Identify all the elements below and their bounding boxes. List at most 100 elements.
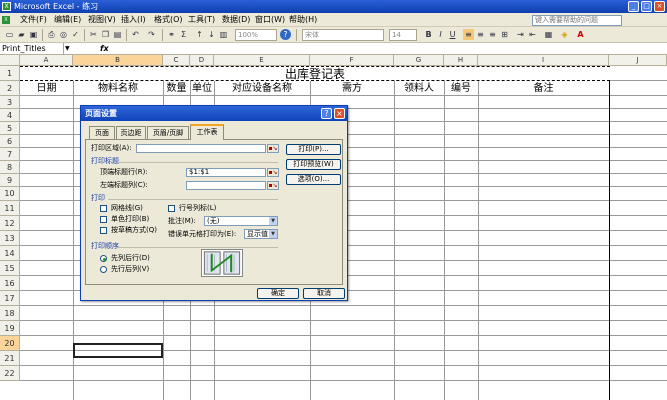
align-center-icon[interactable]: ≡ — [475, 29, 486, 40]
row-header[interactable]: 17 — [0, 291, 20, 306]
open-icon[interactable]: ▰ — [16, 29, 27, 40]
header-cell-device[interactable]: 对应设备名称 — [214, 81, 310, 96]
over-then-down-radio[interactable] — [100, 266, 107, 273]
row-header[interactable]: 6 — [0, 135, 20, 148]
row-header[interactable]: 18 — [0, 306, 20, 321]
row-header[interactable]: 3 — [0, 96, 20, 109]
column-header[interactable]: J — [609, 55, 667, 66]
fill-color-icon[interactable]: ◈ — [559, 29, 570, 40]
zoom-combo[interactable]: 100% — [235, 29, 277, 41]
column-header[interactable]: C — [163, 55, 190, 66]
header-cell-material[interactable]: 物料名称 — [73, 81, 163, 96]
sort-desc-icon[interactable]: ↓ — [206, 29, 217, 40]
align-right-icon[interactable]: ≡ — [487, 29, 498, 40]
merge-icon[interactable]: ⊞ — [499, 29, 510, 40]
row-header[interactable]: 16 — [0, 276, 20, 291]
row-header[interactable]: 15 — [0, 261, 20, 276]
minimize-button[interactable]: _ — [628, 1, 639, 12]
row-header[interactable]: 20 — [0, 336, 20, 351]
select-all-corner[interactable] — [0, 55, 20, 66]
font-size-combo[interactable]: 14 — [389, 29, 417, 41]
down-then-over-radio[interactable] — [100, 255, 107, 262]
column-header[interactable]: F — [310, 55, 394, 66]
row-header[interactable]: 19 — [0, 321, 20, 336]
row-header[interactable]: 12 — [0, 216, 20, 231]
row-header[interactable]: 8 — [0, 161, 20, 174]
print-area-field[interactable] — [136, 144, 266, 153]
tab-margins[interactable]: 页边距 — [116, 126, 146, 139]
print-button[interactable]: 打印(P)... — [286, 144, 341, 155]
rowcol-checkbox[interactable] — [168, 205, 175, 212]
hyperlink-icon[interactable]: ⚭ — [166, 29, 177, 40]
chevron-down-icon[interactable]: ▼ — [269, 217, 277, 225]
menu-format[interactable]: 格式(O) — [154, 14, 183, 26]
row-header[interactable]: 7 — [0, 148, 20, 161]
fx-icon[interactable]: fx — [100, 43, 112, 55]
row-header[interactable]: 5 — [0, 122, 20, 135]
menu-tools[interactable]: 工具(T) — [188, 14, 215, 26]
draft-checkbox[interactable] — [100, 227, 107, 234]
italic-icon[interactable]: I — [435, 29, 446, 40]
row-header[interactable]: 10 — [0, 187, 20, 201]
active-cell[interactable] — [73, 343, 163, 358]
menu-view[interactable]: 视图(V) — [88, 14, 116, 26]
help-search-input[interactable] — [532, 15, 622, 26]
header-cell-demand[interactable]: 需方 — [310, 81, 394, 96]
menu-window[interactable]: 窗口(W) — [255, 14, 285, 26]
menu-help[interactable]: 帮助(H) — [289, 14, 317, 26]
row-header[interactable]: 2 — [0, 81, 20, 96]
column-header[interactable]: I — [478, 55, 609, 66]
tab-header-footer[interactable]: 页眉/页脚 — [147, 126, 189, 139]
column-header[interactable]: D — [190, 55, 214, 66]
new-icon[interactable]: ▭ — [4, 29, 15, 40]
row-header[interactable]: 4 — [0, 109, 20, 122]
header-cell-code[interactable]: 编号 — [444, 81, 478, 96]
menu-insert[interactable]: 插入(I) — [121, 14, 146, 26]
ok-button[interactable]: 确定 — [257, 288, 299, 299]
save-icon[interactable]: ▣ — [28, 29, 39, 40]
header-cell-date[interactable]: 日期 — [20, 81, 73, 96]
sheet-title-cell[interactable]: 出库登记表 — [20, 66, 610, 81]
row-header[interactable]: 11 — [0, 201, 20, 216]
spelling-icon[interactable]: ✓ — [70, 29, 81, 40]
range-picker-icon[interactable]: ▪↘ — [267, 168, 279, 177]
options-button[interactable]: 选项(O)... — [286, 174, 341, 185]
menu-edit[interactable]: 编辑(E) — [54, 14, 81, 26]
column-header[interactable]: G — [394, 55, 444, 66]
sort-asc-icon[interactable]: ↑ — [194, 29, 205, 40]
maximize-button[interactable]: □ — [641, 1, 652, 12]
header-cell-remark[interactable]: 备注 — [478, 81, 609, 96]
comments-select[interactable]: (无) ▼ — [204, 216, 278, 226]
header-cell-qty[interactable]: 数量 — [163, 81, 190, 96]
align-left-icon[interactable]: ≡ — [463, 29, 474, 40]
chart-icon[interactable]: ▥ — [218, 29, 229, 40]
name-box[interactable]: Print_Titles — [0, 43, 64, 55]
row-header[interactable]: 21 — [0, 351, 20, 366]
range-picker-icon[interactable]: ▪↘ — [267, 144, 279, 153]
cancel-button[interactable]: 取消 — [303, 288, 345, 299]
left-cols-field[interactable] — [186, 181, 266, 190]
chevron-down-icon[interactable]: ▼ — [269, 230, 277, 238]
preview-icon[interactable]: ◎ — [58, 29, 69, 40]
row-header[interactable]: 9 — [0, 174, 20, 187]
borders-icon[interactable]: ▦ — [543, 29, 554, 40]
column-header[interactable]: B — [73, 55, 163, 66]
menu-data[interactable]: 数据(D) — [222, 14, 250, 26]
row-header[interactable]: 22 — [0, 366, 20, 381]
errors-select[interactable]: 显示值 ▼ — [244, 229, 278, 239]
dialog-help-button[interactable]: ? — [321, 108, 332, 119]
font-combo[interactable]: 宋体 — [302, 29, 384, 41]
tab-sheet[interactable]: 工作表 — [190, 124, 224, 140]
paste-icon[interactable]: ▤ — [112, 29, 123, 40]
dialog-close-button[interactable]: × — [334, 108, 345, 119]
close-button[interactable]: × — [654, 1, 665, 12]
column-header[interactable]: A — [20, 55, 73, 66]
underline-icon[interactable]: U — [447, 29, 458, 40]
autosum-icon[interactable]: Σ — [178, 29, 189, 40]
redo-icon[interactable]: ↷ — [146, 29, 157, 40]
bold-icon[interactable]: B — [423, 29, 434, 40]
column-header[interactable]: E — [214, 55, 310, 66]
undo-icon[interactable]: ↶ — [130, 29, 141, 40]
indent-icon[interactable]: ⇥ — [515, 29, 526, 40]
header-cell-unit[interactable]: 单位 — [190, 81, 214, 96]
